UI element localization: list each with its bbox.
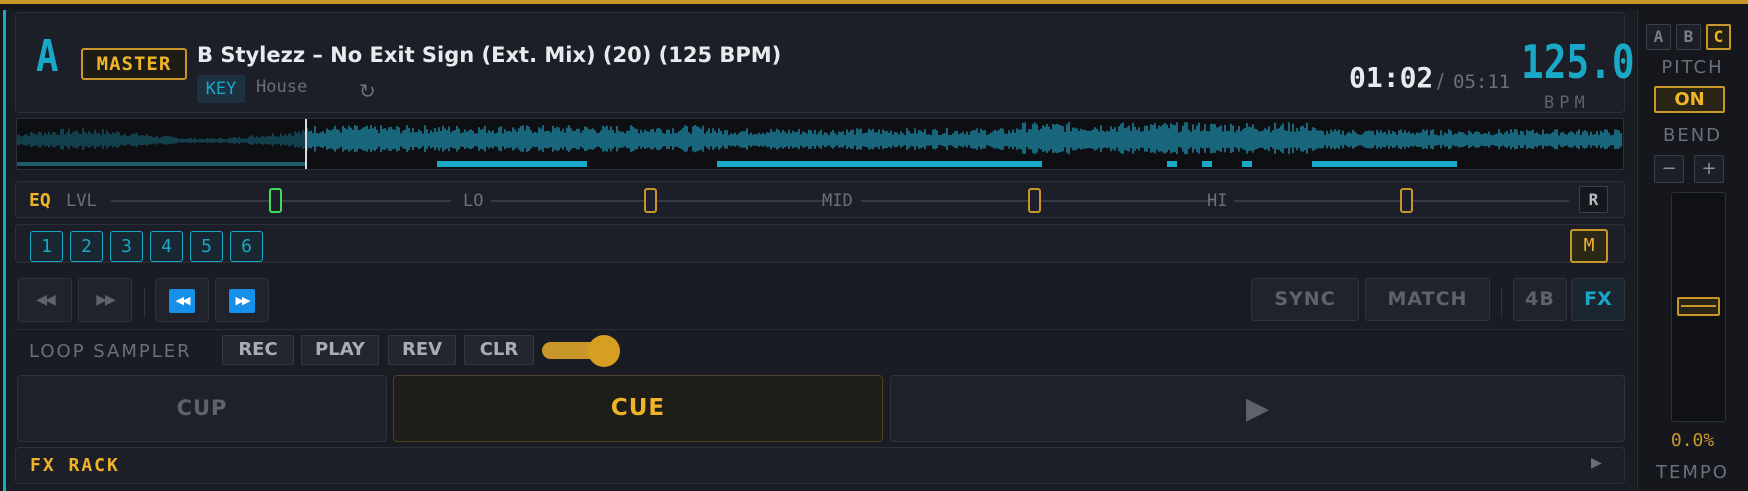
beats-button[interactable]: 4B [1513,278,1567,321]
fx-button[interactable]: FX [1571,278,1625,321]
track-header: A MASTER B Stylezz – No Exit Sign (Ext. … [15,12,1635,113]
transport-divider [144,288,145,318]
hotcue-6-button[interactable]: 6 [230,231,263,262]
time-elapsed: 01:02 [1349,61,1434,94]
skip-next-icon: ▶▶ [96,292,115,308]
bpm-display: 125.0 [1521,35,1635,89]
master-button[interactable]: MASTER [81,48,187,80]
match-button[interactable]: MATCH [1365,278,1490,321]
hotcue-5-button[interactable]: 5 [190,231,223,262]
loop-sampler-label: LOOP SAMPLER [29,341,192,362]
hotcue-strip: 1 2 3 4 5 6 M [15,224,1625,263]
time-total: 05:11 [1453,71,1511,93]
transport-divider-2 [1501,288,1502,318]
track-genre: House [256,77,308,97]
divider-line [15,329,1625,330]
bend-plus-button[interactable]: + [1694,155,1724,183]
rewind-button[interactable]: ◀◀ [155,278,209,322]
deck-select-a[interactable]: A [1646,24,1671,50]
skip-next-button[interactable]: ▶▶ [78,278,132,322]
hotcue-3-button[interactable]: 3 [110,231,143,262]
time-separator: / [1437,69,1444,93]
waveform-display[interactable] [16,118,1624,170]
eq-lvl-label: LVL [66,191,97,211]
eq-hi-knob[interactable] [1400,188,1413,213]
bend-minus-button[interactable]: − [1654,155,1684,183]
rewind-icon: ◀◀ [169,289,195,313]
play-button[interactable]: ▶ [890,375,1625,442]
sync-button[interactable]: SYNC [1251,278,1359,321]
loop-play-button[interactable]: PLAY [301,335,379,365]
key-button[interactable]: KEY [197,75,245,103]
fast-forward-button[interactable]: ▶▶ [215,278,269,322]
fast-forward-icon: ▶▶ [229,289,255,313]
refresh-icon[interactable]: ↻ [359,81,376,101]
pitch-label: PITCH [1661,57,1724,78]
bend-label: BEND [1662,125,1723,146]
eq-label: EQ [29,190,51,211]
eq-mid-knob[interactable] [1028,188,1041,213]
loop-rev-button[interactable]: REV [388,335,456,365]
eq-lo-knob[interactable] [644,188,657,213]
eq-hi-label: HI [1207,191,1228,211]
cue-button[interactable]: CUE [393,375,883,442]
tempo-fader-knob[interactable] [1677,297,1720,316]
hotcue-2-button[interactable]: 2 [70,231,103,262]
cup-button[interactable]: CUP [17,375,387,442]
eq-lvl-knob[interactable] [269,188,282,213]
bpm-label: BPM [1544,93,1590,113]
play-small-icon[interactable]: ▶ [1591,455,1602,471]
waveform-svg [17,119,1622,169]
track-title: B Stylezz – No Exit Sign (Ext. Mix) (20)… [197,43,782,67]
deck-letter: A [36,31,59,82]
tempo-value: 0.0% [1670,430,1715,451]
eq-mid-label: MID [822,191,853,211]
eq-lo-track[interactable] [491,200,831,202]
fx-rack-label: FX RACK [30,455,120,476]
eq-strip: EQ LVL LO MID HI R [15,181,1625,218]
pitch-on-toggle[interactable]: ON [1654,86,1725,113]
skip-previous-button[interactable]: ◀◀ [18,278,72,322]
deck-select-c[interactable]: C [1706,24,1731,50]
fx-rack-bar[interactable]: FX RACK ▶ [15,447,1625,484]
skip-previous-icon: ◀◀ [36,292,55,308]
top-accent-line [0,0,1748,4]
eq-lo-label: LO [463,191,484,211]
tempo-label: TEMPO [1656,462,1729,483]
loop-level-knob[interactable] [588,335,620,367]
hotcue-1-button[interactable]: 1 [30,231,63,262]
eq-reset-button[interactable]: R [1579,186,1608,213]
hotcue-4-button[interactable]: 4 [150,231,183,262]
play-icon: ▶ [1245,391,1270,426]
playhead-marker [305,119,307,169]
deck-select-b[interactable]: B [1676,24,1701,50]
loop-clr-button[interactable]: CLR [464,335,534,365]
loop-rec-button[interactable]: REC [222,335,294,365]
hotcue-mode-button[interactable]: M [1570,229,1608,263]
